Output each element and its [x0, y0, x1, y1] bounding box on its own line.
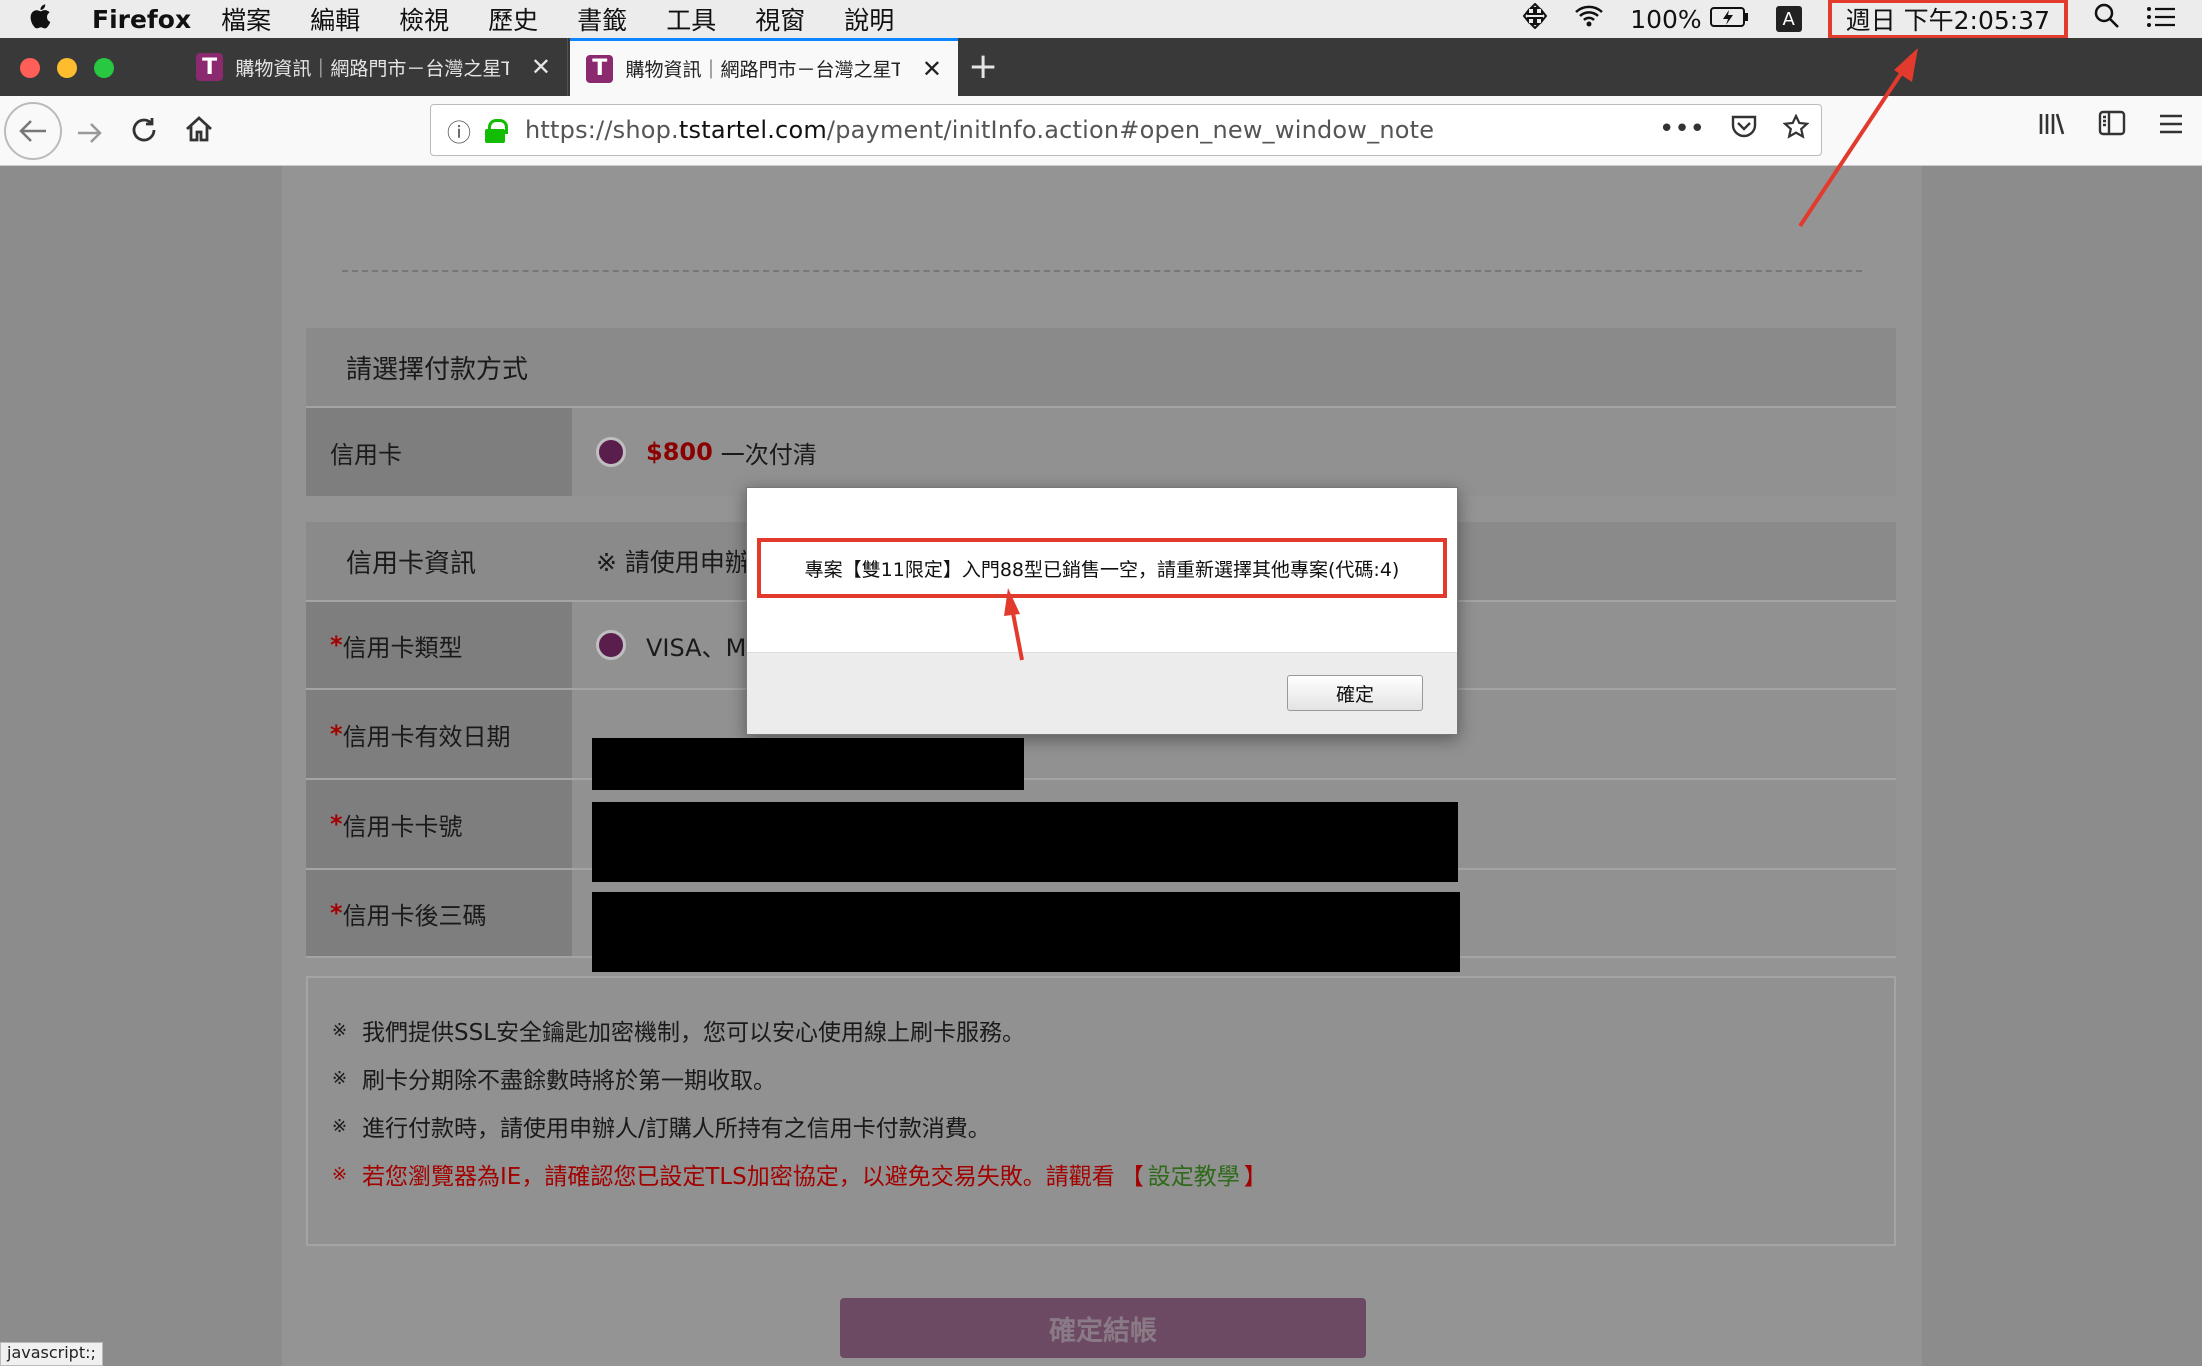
payment-option-radio[interactable] [596, 437, 626, 467]
status-bar-link-preview: javascript:; [0, 1342, 103, 1366]
battery-percent: 100% [1630, 4, 1702, 34]
note-mark: ※ [332, 1019, 348, 1041]
alert-dialog: 專案【雙11限定】入門88型已銷售一空，請重新選擇其他專案(代碼:4) 確定 [746, 487, 1458, 735]
warning-bracket: 】 [1243, 1164, 1267, 1190]
card-number-label: 信用卡卡號 [342, 812, 463, 841]
tab-title: 購物資訊｜網路門市－台灣之星T [625, 59, 900, 81]
battery-icon[interactable] [1709, 5, 1750, 34]
url-bar[interactable]: ⓘ https://shop.tstartel.com/payment/init… [430, 104, 1822, 156]
payment-method-section: 請選擇付款方式 信用卡 $800 一次付清 [306, 328, 1896, 496]
menu-help[interactable]: 說明 [844, 1, 894, 37]
payment-row: 信用卡 $800 一次付清 [306, 406, 1896, 496]
tab-title: 購物資訊｜網路門市－台灣之星T [235, 57, 509, 80]
home-icon[interactable] [184, 114, 214, 152]
warning-text: 若您瀏覽器為IE，請確認您已設定TLS加密協定，以避免交易失敗。請觀看 [362, 1164, 1115, 1190]
payment-notes: ※ 我們提供SSL安全鑰匙加密機制，您可以安心使用線上刷卡服務。 ※ 刷卡分期除不盡… [306, 976, 1896, 1246]
tls-tutorial-link[interactable]: 設定教學 [1148, 1157, 1240, 1191]
required-mark: * [330, 631, 343, 659]
tab-close-icon[interactable]: ✕ [922, 55, 942, 83]
card-type-value: VISA、M [646, 633, 747, 662]
checkout-container: 請選擇付款方式 信用卡 $800 一次付清 信用卡資訊 ※ 請使用申辦 * 信用卡… [282, 166, 1922, 1366]
window-controls [20, 58, 114, 78]
warning-bracket: 【 [1120, 1164, 1144, 1190]
page-actions-icon[interactable]: ••• [1659, 114, 1705, 147]
note-warning: ※ 若您瀏覽器為IE，請確認您已設定TLS加密協定，以避免交易失敗。請觀看【設定教… [332, 1150, 1870, 1198]
url-text[interactable]: https://shop.tstartel.com/payment/initIn… [525, 116, 1434, 144]
card-type-radio[interactable] [596, 630, 626, 660]
card-cvv-label: 信用卡後三碼 [342, 901, 487, 930]
menu-tools[interactable]: 工具 [666, 1, 716, 37]
window-maximize-button[interactable] [94, 58, 114, 78]
redacted-cvv-field[interactable] [592, 892, 1460, 972]
payment-price: $800 [646, 438, 713, 466]
payment-label: 信用卡 [306, 408, 572, 496]
window-close-button[interactable] [20, 58, 40, 78]
note-mark: ※ [332, 1115, 348, 1137]
menu-window[interactable]: 視窗 [755, 1, 805, 37]
alert-message: 專案【雙11限定】入門88型已銷售一空，請重新選擇其他專案(代碼:4) [757, 538, 1447, 598]
browser-tab-1[interactable]: T 購物資訊｜網路門市－台灣之星T ✕ [180, 38, 568, 96]
browser-nav-bar: ⓘ https://shop.tstartel.com/payment/init… [0, 96, 2202, 166]
input-method-indicator[interactable]: A [1775, 6, 1802, 32]
forward-arrow-icon[interactable] [76, 118, 104, 153]
menu-history[interactable]: 歷史 [488, 1, 538, 37]
divider [342, 270, 1862, 272]
wifi-icon[interactable] [1574, 4, 1604, 34]
bookmark-star-icon[interactable] [1782, 112, 1810, 147]
note-item: ※ 刷卡分期除不盡餘數時將於第一期收取。 [332, 1054, 1870, 1102]
confirm-checkout-button[interactable]: 確定結帳 [840, 1298, 1366, 1358]
note-text: 我們提供SSL安全鑰匙加密機制，您可以安心使用線上刷卡服務。 [362, 1020, 1026, 1046]
move-icon[interactable] [1522, 2, 1548, 35]
required-mark: * [330, 899, 343, 927]
menu-file[interactable]: 檔案 [221, 1, 271, 37]
window-minimize-button[interactable] [57, 58, 77, 78]
spotlight-search-icon[interactable] [2094, 3, 2120, 35]
pocket-icon[interactable] [1731, 114, 1757, 147]
note-text: 刷卡分期除不盡餘數時將於第一期收取。 [362, 1068, 776, 1094]
menu-edit[interactable]: 編輯 [310, 1, 360, 37]
menu-bookmarks[interactable]: 書籤 [577, 1, 627, 37]
card-info-note: ※ 請使用申辦 [596, 548, 750, 577]
sidebar-toggle-icon[interactable] [2098, 110, 2126, 145]
tstar-favicon-icon: T [586, 54, 614, 83]
menubar-status-area: 100% A 週日 下午2:05:37 [1522, 0, 2202, 39]
note-text: 進行付款時，請使用申辦人/訂購人所持有之信用卡付款消費。 [362, 1116, 991, 1142]
note-item: ※ 進行付款時，請使用申辦人/訂購人所持有之信用卡付款消費。 [332, 1102, 1870, 1150]
note-mark: ※ [332, 1163, 348, 1185]
library-icon[interactable] [2038, 110, 2066, 145]
card-info-title: 信用卡資訊 [346, 548, 477, 579]
redacted-card-number-field[interactable] [592, 802, 1458, 882]
browser-tab-strip: T 購物資訊｜網路門市－台灣之星T ✕ T 購物資訊｜網路門市－台灣之星T ✕ … [0, 38, 2202, 96]
secure-lock-icon[interactable] [485, 119, 508, 143]
note-item: ※ 我們提供SSL安全鑰匙加密機制，您可以安心使用線上刷卡服務。 [332, 1006, 1870, 1054]
card-expiry-label: 信用卡有效日期 [342, 722, 511, 751]
hamburger-menu-icon[interactable] [2158, 110, 2184, 145]
menubar-clock[interactable]: 週日 下午2:05:37 [1827, 0, 2068, 39]
macos-menu-bar: Firefox 檔案 編輯 檢視 歷史 書籤 工具 視窗 說明 100% A 週… [0, 0, 2202, 39]
alert-ok-button[interactable]: 確定 [1287, 675, 1423, 711]
notification-center-icon[interactable] [2146, 5, 2176, 34]
new-tab-plus-icon[interactable]: + [968, 46, 998, 87]
menu-view[interactable]: 檢視 [399, 1, 449, 37]
browser-tab-2-active[interactable]: T 購物資訊｜網路門市－台灣之星T ✕ [570, 38, 958, 96]
reload-icon[interactable] [130, 116, 158, 152]
payment-option-text: 一次付清 [720, 440, 817, 469]
note-mark: ※ [332, 1067, 348, 1089]
back-arrow-icon[interactable] [4, 102, 62, 160]
card-type-label: 信用卡類型 [342, 633, 463, 662]
page-content: 請選擇付款方式 信用卡 $800 一次付清 信用卡資訊 ※ 請使用申辦 * 信用卡… [0, 166, 2202, 1366]
site-info-icon[interactable]: ⓘ [447, 113, 471, 148]
app-name[interactable]: Firefox [92, 5, 191, 34]
tab-close-icon[interactable]: ✕ [531, 53, 551, 81]
required-mark: * [330, 810, 343, 838]
required-mark: * [330, 720, 343, 748]
tstar-favicon-icon: T [196, 53, 224, 81]
payment-method-title: 請選擇付款方式 [306, 328, 1896, 406]
alert-footer: 確定 [747, 652, 1457, 734]
redacted-expiry-field[interactable] [592, 738, 1024, 790]
apple-icon[interactable] [30, 2, 70, 37]
